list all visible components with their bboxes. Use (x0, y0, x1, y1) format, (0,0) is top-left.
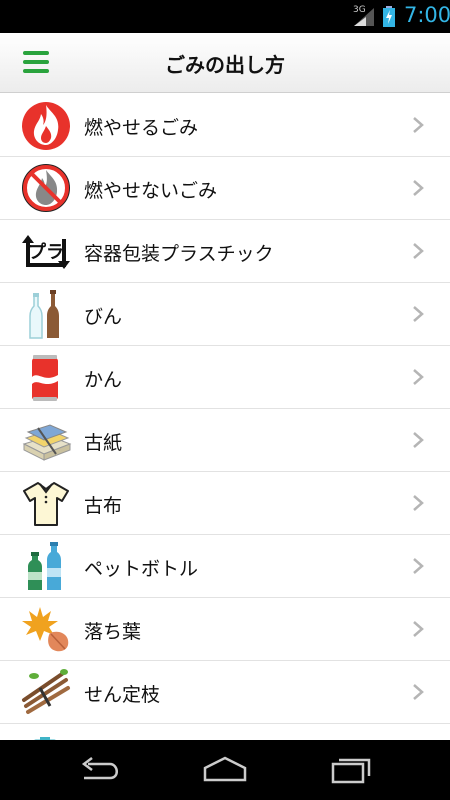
list-item-cloth[interactable]: 古布 (0, 472, 450, 535)
list-item-plastic-packaging[interactable]: プラ 容器包装プラスチック (0, 220, 450, 283)
chevron-right-icon (413, 306, 424, 322)
branch-bundle-icon (22, 669, 70, 714)
glass-bottles-icon (29, 290, 59, 339)
list-item-fallen-leaves[interactable]: 落ち葉 (0, 598, 450, 661)
list-item-label: びん (84, 306, 123, 328)
plastic-recycle-mark-icon: プラ (22, 235, 70, 269)
list-item-label: 燃やせるごみ (84, 117, 199, 139)
chevron-right-icon (413, 495, 424, 511)
category-list: 燃やせるごみ 燃やせないごみ プラ 容器包装プラスチック びん かん 古紙 古布… (0, 94, 450, 740)
clock: 7:00 (404, 3, 450, 27)
newspaper-bundle-icon (22, 424, 72, 461)
page-title: ごみの出し方 (165, 53, 285, 77)
recent-apps-icon[interactable] (329, 754, 373, 786)
leaves-icon (22, 607, 69, 652)
app-header: ごみの出し方 (0, 33, 450, 93)
chevron-right-icon (413, 180, 424, 196)
list-item-cans[interactable]: かん (0, 346, 450, 409)
list-item-burnable[interactable]: 燃やせるごみ (0, 94, 450, 157)
chevron-right-icon (413, 558, 424, 574)
signal-icon (354, 8, 374, 26)
chevron-right-icon (413, 432, 424, 448)
list-item-label: ペットボトル (84, 558, 199, 580)
svg-text:プラ: プラ (28, 241, 64, 263)
list-item-label: 落ち葉 (84, 621, 142, 643)
list-item-label: 容器包装プラスチック (84, 243, 274, 265)
list-item-pet-bottles[interactable]: ペットボトル (0, 535, 450, 598)
battery-charging-icon (383, 6, 395, 27)
list-item-non-burnable[interactable]: 燃やせないごみ (0, 157, 450, 220)
back-icon[interactable] (78, 754, 124, 786)
shirt-icon (23, 482, 69, 526)
chevron-right-icon (413, 621, 424, 637)
list-item-label: 古布 (84, 495, 123, 517)
list-item-label: 古紙 (84, 432, 123, 454)
home-icon[interactable] (201, 754, 249, 786)
chevron-right-icon (413, 117, 424, 133)
no-fire-icon (22, 164, 70, 212)
fire-icon (22, 102, 70, 150)
can-icon (32, 355, 58, 401)
pet-bottles-icon (28, 542, 61, 590)
container-icon (34, 737, 56, 740)
list-item-paper[interactable]: 古紙 (0, 409, 450, 472)
list-item-pruned-branches[interactable]: せん定枝 (0, 661, 450, 724)
chevron-right-icon (413, 243, 424, 259)
list-item-label: かん (84, 369, 123, 391)
chevron-right-icon (413, 684, 424, 700)
list-item-bottles[interactable]: びん (0, 283, 450, 346)
chevron-right-icon (413, 369, 424, 385)
status-bar: 3G 7:00 (0, 0, 450, 33)
list-item-label: 燃やせないごみ (84, 180, 218, 202)
list-item-label: せん定枝 (84, 684, 161, 706)
system-nav-bar (0, 740, 450, 800)
list-item-partial[interactable] (0, 724, 450, 740)
